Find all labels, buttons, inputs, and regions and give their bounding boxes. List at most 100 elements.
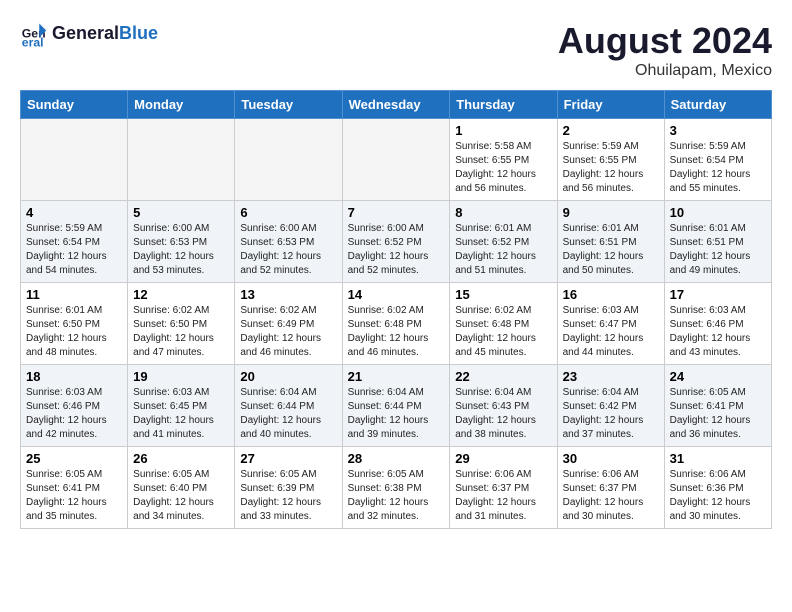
calendar-cell: 25Sunrise: 6:05 AM Sunset: 6:41 PM Dayli… — [21, 447, 128, 529]
title-block: August 2024 Ohuilapam, Mexico — [558, 20, 772, 80]
calendar-cell — [235, 119, 342, 201]
calendar-cell: 30 Sunrise: 6:06 AM Sunset: 6:37 PM Dayli… — [557, 447, 664, 529]
day-info: Sunrise: 6:03 AM Sunset: 6:46 PM Dayligh… — [670, 304, 766, 360]
calendar-cell: 16 Sunrise: 6:03 AM Sunset: 6:47 PM Dayli… — [557, 283, 664, 365]
day-header: Sunday — [21, 91, 128, 119]
day-number: 8 — [455, 205, 551, 220]
day-number: 22 — [455, 369, 551, 384]
day-number: 5 — [133, 205, 229, 220]
calendar-cell: 28Sunrise: 6:05 AM Sunset: 6:38 PM Dayli… — [342, 447, 450, 529]
day-number: 3 — [670, 123, 766, 138]
day-number: 18 — [26, 369, 122, 384]
day-info: Sunrise: 6:05 AM Sunset: 6:41 PM Dayligh… — [26, 468, 122, 524]
day-info: Sunrise: 6:04 AM Sunset: 6:44 PM Dayligh… — [240, 386, 336, 442]
calendar-cell: 24 Sunrise: 6:05 AM Sunset: 6:41 PM Dayli… — [664, 365, 771, 447]
calendar-cell — [342, 119, 450, 201]
calendar-cell: 22 Sunrise: 6:04 AM Sunset: 6:43 PM Dayli… — [450, 365, 557, 447]
day-info: Sunrise: 6:06 AM Sunset: 6:37 PM Dayligh… — [563, 468, 659, 524]
calendar-cell: 13 Sunrise: 6:02 AM Sunset: 6:49 PM Dayli… — [235, 283, 342, 365]
day-info: Sunrise: 6:02 AM Sunset: 6:49 PM Dayligh… — [240, 304, 336, 360]
day-number: 15 — [455, 287, 551, 302]
calendar-cell: 26 Sunrise: 6:05 AM Sunset: 6:40 PM Dayli… — [128, 447, 235, 529]
calendar-cell: 9Sunrise: 6:01 AM Sunset: 6:51 PM Daylig… — [557, 201, 664, 283]
calendar-cell: 1 Sunrise: 5:58 AM Sunset: 6:55 PM Daylig… — [450, 119, 557, 201]
day-info: Sunrise: 6:02 AM Sunset: 6:48 PM Dayligh… — [348, 304, 445, 360]
day-number: 4 — [26, 205, 122, 220]
day-number: 1 — [455, 123, 551, 138]
day-number: 29 — [455, 451, 551, 466]
day-info: Sunrise: 6:05 AM Sunset: 6:38 PM Dayligh… — [348, 468, 445, 524]
day-info: Sunrise: 6:03 AM Sunset: 6:46 PM Dayligh… — [26, 386, 122, 442]
day-info: Sunrise: 6:02 AM Sunset: 6:50 PM Dayligh… — [133, 304, 229, 360]
calendar-cell: 17 Sunrise: 6:03 AM Sunset: 6:46 PM Dayli… — [664, 283, 771, 365]
day-number: 31 — [670, 451, 766, 466]
day-number: 20 — [240, 369, 336, 384]
day-info: Sunrise: 6:01 AM Sunset: 6:52 PM Dayligh… — [455, 222, 551, 278]
calendar-week-row: 1 Sunrise: 5:58 AM Sunset: 6:55 PM Daylig… — [21, 119, 772, 201]
calendar-cell: 19Sunrise: 6:03 AM Sunset: 6:45 PM Dayli… — [128, 365, 235, 447]
calendar-cell: 27 Sunrise: 6:05 AM Sunset: 6:39 PM Dayli… — [235, 447, 342, 529]
calendar-header-row: SundayMondayTuesdayWednesdayThursdayFrid… — [21, 91, 772, 119]
calendar-cell: 4Sunrise: 5:59 AM Sunset: 6:54 PM Daylig… — [21, 201, 128, 283]
day-number: 21 — [348, 369, 445, 384]
day-info: Sunrise: 6:04 AM Sunset: 6:44 PM Dayligh… — [348, 386, 445, 442]
page-header: Gen eral GeneralBlue August 2024 Ohuilap… — [20, 20, 772, 80]
calendar-cell: 7Sunrise: 6:00 AM Sunset: 6:52 PM Daylig… — [342, 201, 450, 283]
calendar-week-row: 4Sunrise: 5:59 AM Sunset: 6:54 PM Daylig… — [21, 201, 772, 283]
day-info: Sunrise: 6:00 AM Sunset: 6:53 PM Dayligh… — [133, 222, 229, 278]
day-info: Sunrise: 6:03 AM Sunset: 6:45 PM Dayligh… — [133, 386, 229, 442]
calendar-cell: 31 Sunrise: 6:06 AM Sunset: 6:36 PM Dayli… — [664, 447, 771, 529]
day-number: 14 — [348, 287, 445, 302]
calendar-week-row: 25Sunrise: 6:05 AM Sunset: 6:41 PM Dayli… — [21, 447, 772, 529]
logo: Gen eral GeneralBlue — [20, 20, 158, 48]
day-info: Sunrise: 6:01 AM Sunset: 6:51 PM Dayligh… — [563, 222, 659, 278]
calendar-cell: 21 Sunrise: 6:04 AM Sunset: 6:44 PM Dayli… — [342, 365, 450, 447]
day-info: Sunrise: 6:04 AM Sunset: 6:43 PM Dayligh… — [455, 386, 551, 442]
day-info: Sunrise: 6:01 AM Sunset: 6:50 PM Dayligh… — [26, 304, 122, 360]
day-number: 11 — [26, 287, 122, 302]
calendar-cell: 3Sunrise: 5:59 AM Sunset: 6:54 PM Daylig… — [664, 119, 771, 201]
svg-text:eral: eral — [22, 35, 44, 48]
day-header: Tuesday — [235, 91, 342, 119]
calendar-table: SundayMondayTuesdayWednesdayThursdayFrid… — [20, 90, 772, 529]
page-subtitle: Ohuilapam, Mexico — [558, 62, 772, 80]
day-number: 7 — [348, 205, 445, 220]
day-info: Sunrise: 5:58 AM Sunset: 6:55 PM Dayligh… — [455, 140, 551, 196]
day-info: Sunrise: 6:06 AM Sunset: 6:36 PM Dayligh… — [670, 468, 766, 524]
day-header: Wednesday — [342, 91, 450, 119]
calendar-cell: 20 Sunrise: 6:04 AM Sunset: 6:44 PM Dayli… — [235, 365, 342, 447]
calendar-cell: 11 Sunrise: 6:01 AM Sunset: 6:50 PM Dayli… — [21, 283, 128, 365]
calendar-cell: 15Sunrise: 6:02 AM Sunset: 6:48 PM Dayli… — [450, 283, 557, 365]
day-number: 30 — [563, 451, 659, 466]
day-header: Saturday — [664, 91, 771, 119]
calendar-cell: 14 Sunrise: 6:02 AM Sunset: 6:48 PM Dayli… — [342, 283, 450, 365]
calendar-cell: 29 Sunrise: 6:06 AM Sunset: 6:37 PM Dayli… — [450, 447, 557, 529]
logo-icon: Gen eral — [20, 20, 48, 48]
calendar-cell — [21, 119, 128, 201]
page-title: August 2024 — [558, 20, 772, 62]
day-info: Sunrise: 6:05 AM Sunset: 6:40 PM Dayligh… — [133, 468, 229, 524]
calendar-week-row: 18 Sunrise: 6:03 AM Sunset: 6:46 PM Dayli… — [21, 365, 772, 447]
calendar-cell: 5 Sunrise: 6:00 AM Sunset: 6:53 PM Daylig… — [128, 201, 235, 283]
day-header: Friday — [557, 91, 664, 119]
day-info: Sunrise: 6:04 AM Sunset: 6:42 PM Dayligh… — [563, 386, 659, 442]
day-info: Sunrise: 6:06 AM Sunset: 6:37 PM Dayligh… — [455, 468, 551, 524]
day-info: Sunrise: 6:03 AM Sunset: 6:47 PM Dayligh… — [563, 304, 659, 360]
calendar-cell: 18 Sunrise: 6:03 AM Sunset: 6:46 PM Dayli… — [21, 365, 128, 447]
day-number: 24 — [670, 369, 766, 384]
day-info: Sunrise: 6:01 AM Sunset: 6:51 PM Dayligh… — [670, 222, 766, 278]
day-info: Sunrise: 6:05 AM Sunset: 6:39 PM Dayligh… — [240, 468, 336, 524]
logo-text: GeneralBlue — [52, 24, 158, 44]
day-number: 27 — [240, 451, 336, 466]
day-info: Sunrise: 5:59 AM Sunset: 6:55 PM Dayligh… — [563, 140, 659, 196]
calendar-cell: 2 Sunrise: 5:59 AM Sunset: 6:55 PM Daylig… — [557, 119, 664, 201]
day-header: Thursday — [450, 91, 557, 119]
day-number: 26 — [133, 451, 229, 466]
day-info: Sunrise: 6:05 AM Sunset: 6:41 PM Dayligh… — [670, 386, 766, 442]
day-number: 17 — [670, 287, 766, 302]
day-number: 23 — [563, 369, 659, 384]
day-number: 16 — [563, 287, 659, 302]
calendar-cell: 8 Sunrise: 6:01 AM Sunset: 6:52 PM Daylig… — [450, 201, 557, 283]
day-number: 2 — [563, 123, 659, 138]
day-number: 13 — [240, 287, 336, 302]
